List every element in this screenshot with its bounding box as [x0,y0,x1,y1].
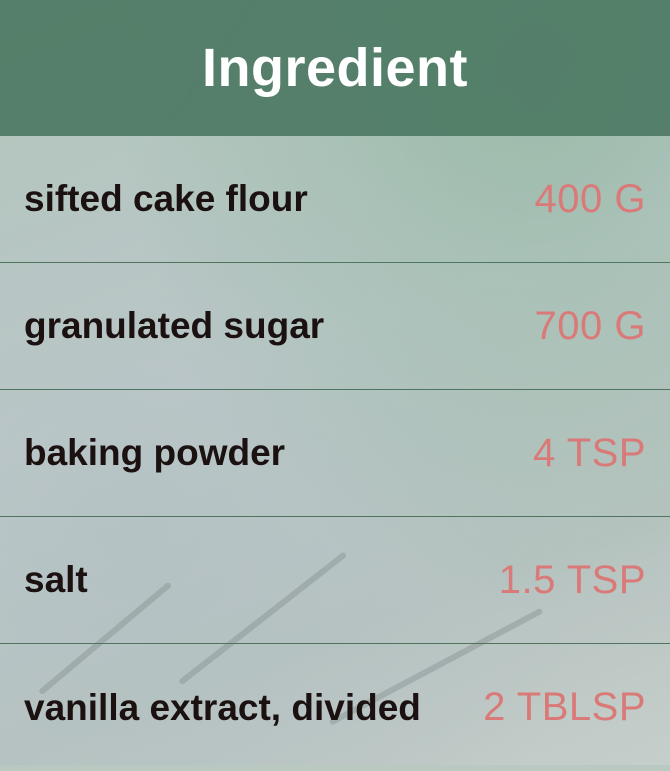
ingredient-name: vanilla extract, divided [24,686,421,728]
ingredient-list: sifted cake flour 400 G granulated sugar… [0,136,670,771]
ingredient-amount: 1.5 TSP [498,557,646,602]
header-bar: Ingredient [0,0,670,136]
ingredient-amount: 4 TSP [533,430,646,475]
ingredient-row[interactable]: baking powder 4 TSP [0,390,670,517]
ingredient-name: baking powder [24,432,286,473]
ingredient-amount: 400 G [534,176,646,221]
ingredient-name: granulated sugar [24,305,325,346]
ingredient-row[interactable]: salt 1.5 TSP [0,517,670,644]
ingredient-row[interactable]: granulated sugar 700 G [0,263,670,390]
ingredient-name: sifted cake flour [24,178,308,219]
ingredient-row[interactable]: vanilla extract, divided 2 TBLSP [0,644,670,771]
ingredient-name: salt [24,559,88,600]
ingredient-amount: 700 G [534,303,646,348]
ingredient-amount: 2 TBLSP [483,685,646,729]
ingredient-row[interactable]: sifted cake flour 400 G [0,136,670,263]
page-title: Ingredient [201,38,468,98]
